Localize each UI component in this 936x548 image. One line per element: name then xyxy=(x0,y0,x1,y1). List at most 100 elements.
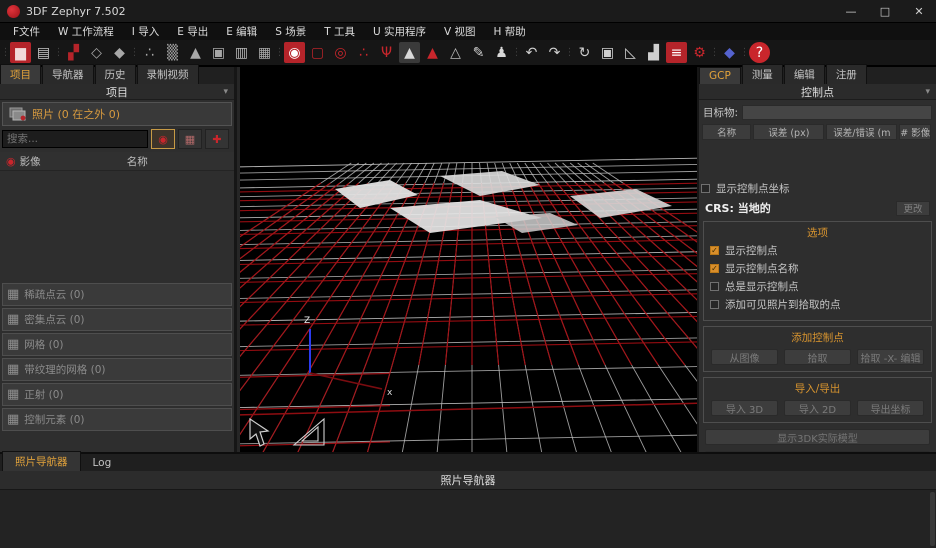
menu-item-4[interactable]: E 编辑 xyxy=(217,23,266,40)
crs-change-button[interactable]: 更改 xyxy=(896,200,930,216)
checkbox[interactable] xyxy=(710,300,719,309)
tree-item-稀疏点云-0-[interactable]: ▦ 稀疏点云 (0) xyxy=(2,283,232,306)
gcp-column-误差-错误-m[interactable]: 误差/错误 (m xyxy=(826,124,898,140)
undo-icon[interactable]: ↶ xyxy=(521,42,542,63)
photos-tree-item[interactable]: 照片 (0 在之外 0) xyxy=(2,102,232,126)
add-document-icon[interactable]: ▥ xyxy=(231,42,252,63)
column-visibility-label[interactable]: 影像 xyxy=(20,154,41,169)
help-icon[interactable]: ? xyxy=(749,42,770,63)
toolbar-separator: ⋮ xyxy=(0,47,11,58)
search-input[interactable] xyxy=(2,130,148,148)
acp-button-拾取-X-编辑[interactable]: 拾取 -X- 编辑 xyxy=(857,349,924,365)
clear-filter-button[interactable]: ✚ xyxy=(205,129,229,149)
photo-navigator-title: 照片导航器 xyxy=(0,471,936,490)
chart-icon[interactable]: ▟ xyxy=(643,42,664,63)
mesh-red-icon[interactable]: ▲ xyxy=(422,42,443,63)
tab-导航器[interactable]: 导航器 xyxy=(42,64,94,84)
redo-icon[interactable]: ↷ xyxy=(544,42,565,63)
ie-button-导出坐标[interactable]: 导出坐标 xyxy=(857,400,924,416)
mesh-wireframe-icon[interactable]: △ xyxy=(445,42,466,63)
tab-录制视频[interactable]: 录制视频 xyxy=(136,64,199,84)
add-mesh-icon[interactable]: ▲ xyxy=(185,42,206,63)
settings-gear-icon[interactable]: ⚙ xyxy=(689,42,710,63)
menu-item-2[interactable]: I 导入 xyxy=(123,23,168,40)
3d-viewport[interactable]: Zx xyxy=(240,67,697,452)
ruler-icon[interactable]: ◺ xyxy=(620,42,641,63)
toolbar-separator: ⋮ xyxy=(129,47,140,58)
ie-button-导入-3D[interactable]: 导入 3D xyxy=(711,400,778,416)
open-project-icon[interactable]: ▤ xyxy=(33,42,54,63)
menu-item-1[interactable]: W 工作流程 xyxy=(49,23,123,40)
tree-item-网格-0-[interactable]: ▦ 网格 (0) xyxy=(2,333,232,356)
column-name-label[interactable]: 名称 xyxy=(41,154,234,169)
thumbnail-grid-button[interactable]: ▦ xyxy=(178,129,202,149)
menu-item-6[interactable]: T 工具 xyxy=(315,23,364,40)
tab-测量[interactable]: 测量 xyxy=(741,64,783,84)
tree-item-控制元素-0-[interactable]: ▦ 控制元素 (0) xyxy=(2,408,232,431)
add-textured-mesh-icon[interactable]: ▣ xyxy=(208,42,229,63)
filter-cameras-button[interactable]: ◉ xyxy=(151,129,175,149)
target-icon[interactable]: ◎ xyxy=(330,42,351,63)
orbit-icon[interactable]: ↻ xyxy=(574,42,595,63)
viewport-grid: Zx xyxy=(240,157,697,452)
new-project-icon[interactable]: ▆ xyxy=(10,42,31,63)
gcp-action-显示3DK实际模型[interactable]: 显示3DK实际模型 xyxy=(705,429,930,445)
antenna-icon[interactable]: Ψ xyxy=(376,42,397,63)
tab-照片导航器[interactable]: 照片导航器 xyxy=(2,451,81,471)
menu-item-5[interactable]: S 场景 xyxy=(266,23,315,40)
ie-button-导入-2D[interactable]: 导入 2D xyxy=(784,400,851,416)
tree-item-密集点云-0-[interactable]: ▦ 密集点云 (0) xyxy=(2,308,232,331)
gcp-panel-header[interactable]: 控制点 ▾ xyxy=(699,84,936,100)
add-dense-cloud-icon[interactable]: ▒ xyxy=(162,42,183,63)
photo-list-header[interactable]: ◉ 影像 名称 xyxy=(0,152,234,171)
camera-icon[interactable]: ◉ xyxy=(284,42,305,63)
gcp-table-header: 名称 误差 (px) 误差/错误 (m # 影像 xyxy=(702,124,933,140)
maximize-button[interactable]: □ xyxy=(868,0,902,22)
menu-item-7[interactable]: U 实用程序 xyxy=(364,23,435,40)
menu-item-3[interactable]: E 导出 xyxy=(168,23,217,40)
acp-button-从图像[interactable]: 从图像 xyxy=(711,349,778,365)
checkbox[interactable]: ✓ xyxy=(710,264,719,273)
tab-GCP[interactable]: GCP xyxy=(699,67,741,84)
project-panel-header[interactable]: 项目 ▾ xyxy=(0,84,234,100)
photo-navigator-body[interactable] xyxy=(0,490,936,548)
scrollbar[interactable] xyxy=(930,492,935,546)
import-photos-icon[interactable]: ▞ xyxy=(63,42,84,63)
collapse-icon[interactable]: ▾ xyxy=(223,87,228,97)
gcp-panel-title: 控制点 xyxy=(801,85,834,99)
sparse-cloud-icon[interactable]: ◇ xyxy=(86,42,107,63)
report-icon[interactable]: ≡ xyxy=(666,42,687,63)
gcp-column-误差-px-[interactable]: 误差 (px) xyxy=(753,124,825,140)
checkbox[interactable] xyxy=(701,184,710,193)
target-input[interactable] xyxy=(742,105,932,120)
stereo-view-icon[interactable]: ◆ xyxy=(719,42,740,63)
tab-注册[interactable]: 注册 xyxy=(825,64,867,84)
dem-grid-icon[interactable]: ▦ xyxy=(254,42,275,63)
minimize-button[interactable]: — xyxy=(834,0,868,22)
close-button[interactable]: ✕ xyxy=(902,0,936,22)
people-group-icon[interactable]: ♟ xyxy=(491,42,512,63)
tab-历史[interactable]: 历史 xyxy=(94,64,136,84)
menu-item-9[interactable]: H 帮助 xyxy=(485,23,535,40)
checkbox[interactable]: ✓ xyxy=(710,246,719,255)
menu-item-8[interactable]: V 视图 xyxy=(435,23,485,40)
menu-item-0[interactable]: F文件 xyxy=(4,23,49,40)
gcp-table-body[interactable] xyxy=(699,142,936,178)
gcp-column-名称[interactable]: 名称 xyxy=(702,124,752,140)
brush-icon[interactable]: ✎ xyxy=(468,42,489,63)
collapse-icon[interactable]: ▾ xyxy=(925,87,930,97)
checkbox[interactable] xyxy=(710,282,719,291)
add-sparse-cloud-icon[interactable]: ∴ xyxy=(139,42,160,63)
tab-Log[interactable]: Log xyxy=(81,455,124,471)
tree-item-带纹理的网格-0-[interactable]: ▦ 带纹理的网格 (0) xyxy=(2,358,232,381)
acp-button-拾取[interactable]: 拾取 xyxy=(784,349,851,365)
dense-cloud-icon[interactable]: ◆ xyxy=(109,42,130,63)
graph-nodes-icon[interactable]: ∴ xyxy=(353,42,374,63)
tab-编辑[interactable]: 编辑 xyxy=(783,64,825,84)
selection-box-icon[interactable]: ▢ xyxy=(307,42,328,63)
tree-item-正射-0-[interactable]: ▦ 正射 (0) xyxy=(2,383,232,406)
mesh-shaded-icon[interactable]: ▲ xyxy=(399,42,420,63)
zoom-region-icon[interactable]: ▣ xyxy=(597,42,618,63)
tab-项目[interactable]: 项目 xyxy=(0,64,41,84)
gcp-column--影像[interactable]: # 影像 xyxy=(899,124,931,140)
